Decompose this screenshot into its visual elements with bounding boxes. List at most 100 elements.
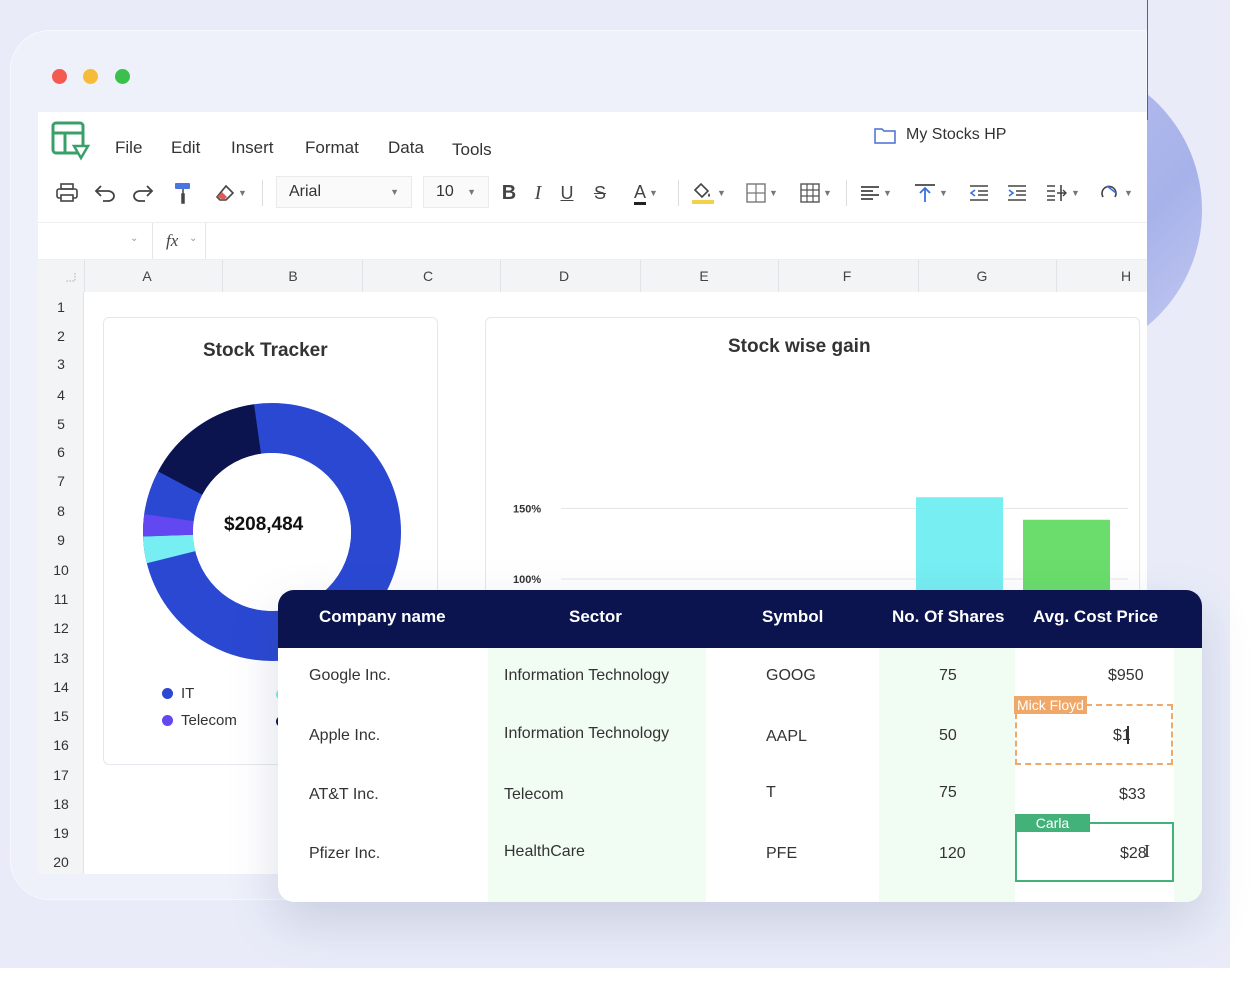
font-color-button[interactable]: A ▼ [624, 178, 668, 208]
formula-bar-divider [152, 223, 153, 259]
text-wrap-icon[interactable]: ▼ [1042, 178, 1084, 208]
cell-shares[interactable]: 120 [939, 845, 966, 863]
close-window-dot[interactable] [52, 69, 67, 84]
header-symbol[interactable]: Symbol [762, 607, 823, 627]
y-tick-label: 150% [513, 504, 541, 516]
cell-price[interactable]: $33 [1119, 786, 1146, 804]
row-11[interactable]: 11 [38, 591, 84, 607]
row-2[interactable]: 2 [38, 328, 84, 344]
increase-indent-icon[interactable] [1004, 178, 1030, 208]
menu-edit[interactable]: Edit [171, 138, 200, 158]
row-8[interactable]: 8 [38, 503, 84, 519]
menu-data[interactable]: Data [388, 138, 424, 158]
menu-format[interactable]: Format [305, 138, 359, 158]
cell-shares[interactable]: 75 [939, 784, 957, 802]
row-14[interactable]: 14 [38, 679, 84, 695]
column-E[interactable]: E [699, 268, 708, 284]
undo-icon[interactable] [92, 178, 118, 208]
row-1[interactable]: 1 [38, 299, 84, 315]
decorative-divider [1147, 0, 1148, 120]
column-C[interactable]: C [423, 268, 433, 284]
cell-company[interactable]: Google Inc. [309, 667, 391, 685]
font-name-select[interactable]: Arial ▼ [276, 176, 412, 208]
select-all-icon[interactable] [64, 272, 76, 282]
underline-button[interactable]: U [556, 178, 578, 208]
name-box-chevron-down-icon[interactable]: ⌄ [130, 233, 138, 244]
row-15[interactable]: 15 [38, 708, 84, 724]
cell-shares[interactable]: 75 [939, 667, 957, 685]
legend-item-it[interactable]: IT [162, 685, 194, 702]
cell-shares[interactable]: 50 [939, 727, 957, 745]
cell-sector[interactable]: HealthCare [504, 843, 585, 861]
redo-icon[interactable] [130, 178, 156, 208]
row-3[interactable]: 3 [38, 356, 84, 372]
legend-item-telecom[interactable]: Telecom [162, 712, 237, 729]
stocks-table-header: Company name Sector Symbol No. Of Shares… [278, 590, 1202, 648]
menu-insert[interactable]: Insert [231, 138, 274, 158]
row-5[interactable]: 5 [38, 416, 84, 432]
font-name-value: Arial [289, 183, 322, 200]
collaborator-tag-carla: Carla [1015, 814, 1090, 832]
cell-sector[interactable]: Information Technology [504, 667, 669, 685]
cell-symbol[interactable]: T [766, 784, 776, 802]
cell-symbol[interactable]: GOOG [766, 667, 816, 685]
row-7[interactable]: 7 [38, 473, 84, 489]
header-no-of-shares[interactable]: No. Of Shares [892, 607, 1004, 627]
cell-company[interactable]: Pfizer Inc. [309, 845, 380, 863]
donut-segment-it[interactable] [144, 471, 203, 522]
paint-format-icon[interactable] [170, 178, 196, 208]
stocks-table[interactable]: Company name Sector Symbol No. Of Shares… [278, 590, 1202, 902]
document-title[interactable]: My Stocks HP [874, 126, 1006, 144]
italic-button[interactable]: I [527, 178, 549, 208]
decrease-indent-icon[interactable] [966, 178, 992, 208]
row-18[interactable]: 18 [38, 796, 84, 812]
maximize-window-dot[interactable] [115, 69, 130, 84]
cell-sector[interactable]: Information Technology [504, 725, 669, 743]
column-G[interactable]: G [977, 268, 988, 284]
align-left-icon[interactable]: ▼ [856, 178, 896, 208]
column-B[interactable]: B [288, 268, 297, 284]
text-rotation-icon[interactable]: ▼ [1094, 178, 1138, 208]
cell-company[interactable]: Apple Inc. [309, 727, 380, 745]
row-20[interactable]: 20 [38, 854, 84, 870]
cell-sector[interactable]: Telecom [504, 786, 564, 804]
borders-icon[interactable]: ▼ [742, 178, 782, 208]
cell-company[interactable]: AT&T Inc. [309, 786, 379, 804]
cell-price[interactable]: $950 [1108, 667, 1144, 685]
donut-segment-telecom[interactable] [143, 514, 194, 537]
formula-bar: ⌄ fx ⌄ [38, 222, 1147, 260]
fx-chevron-down-icon[interactable]: ⌄ [189, 233, 197, 244]
header-company-name[interactable]: Company name [319, 607, 446, 627]
column-F[interactable]: F [843, 268, 852, 284]
row-17[interactable]: 17 [38, 767, 84, 783]
row-12[interactable]: 12 [38, 620, 84, 636]
menu-file[interactable]: File [115, 138, 142, 158]
menu-tools[interactable]: Tools [452, 140, 492, 160]
fill-color-icon[interactable]: ▼ [688, 178, 728, 208]
row-9[interactable]: 9 [38, 532, 84, 548]
column-A[interactable]: A [142, 268, 151, 284]
vertical-align-icon[interactable]: ▼ [910, 178, 952, 208]
row-10[interactable]: 10 [38, 562, 84, 578]
print-icon[interactable] [54, 178, 80, 208]
minimize-window-dot[interactable] [83, 69, 98, 84]
row-6[interactable]: 6 [38, 444, 84, 460]
column-D[interactable]: D [559, 268, 569, 284]
cell-symbol[interactable]: PFE [766, 845, 797, 863]
row-19[interactable]: 19 [38, 825, 84, 841]
cell-symbol[interactable]: AAPL [766, 728, 807, 746]
row-16[interactable]: 16 [38, 737, 84, 753]
bold-button[interactable]: B [498, 178, 520, 208]
legend-label: IT [181, 685, 195, 702]
fx-button[interactable]: fx [166, 231, 178, 251]
clear-format-icon[interactable]: ▼ [213, 178, 249, 208]
merge-cells-icon[interactable]: ▼ [796, 178, 836, 208]
font-size-select[interactable]: 10 ▼ [423, 176, 489, 208]
row-4[interactable]: 4 [38, 387, 84, 403]
donut-segment-cyan[interactable] [143, 534, 196, 564]
strikethrough-button[interactable]: S [589, 178, 611, 208]
header-avg-cost-price[interactable]: Avg. Cost Price [1033, 607, 1158, 627]
column-H[interactable]: H [1121, 268, 1131, 284]
row-13[interactable]: 13 [38, 650, 84, 666]
header-sector[interactable]: Sector [569, 607, 622, 627]
